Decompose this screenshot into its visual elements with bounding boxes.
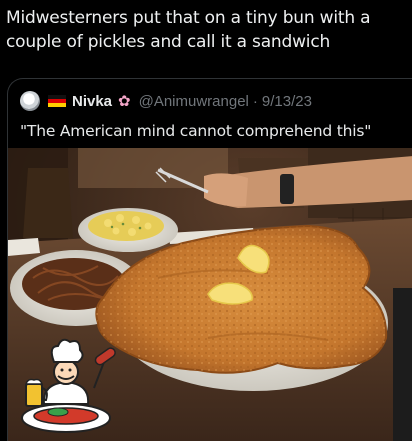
cherry-blossom-icon: ✿ bbox=[118, 93, 131, 110]
post-text: Midwesterners put that on a tiny bun wit… bbox=[6, 8, 371, 52]
quoted-post-text: "The American mind cannot comprehend thi… bbox=[20, 122, 372, 140]
author-name[interactable]: Nivka bbox=[72, 93, 112, 110]
german-flag-icon bbox=[48, 95, 66, 107]
post-date[interactable]: 9/13/23 bbox=[262, 93, 312, 110]
avatar[interactable] bbox=[20, 91, 40, 111]
author-handle[interactable]: @Animuwrangel bbox=[139, 93, 249, 110]
quoted-post-header: Nivka ✿ @Animuwrangel · 9/13/23 bbox=[20, 91, 312, 111]
separator-dot: · bbox=[252, 92, 258, 110]
chef-restaurant-logo bbox=[12, 332, 120, 440]
